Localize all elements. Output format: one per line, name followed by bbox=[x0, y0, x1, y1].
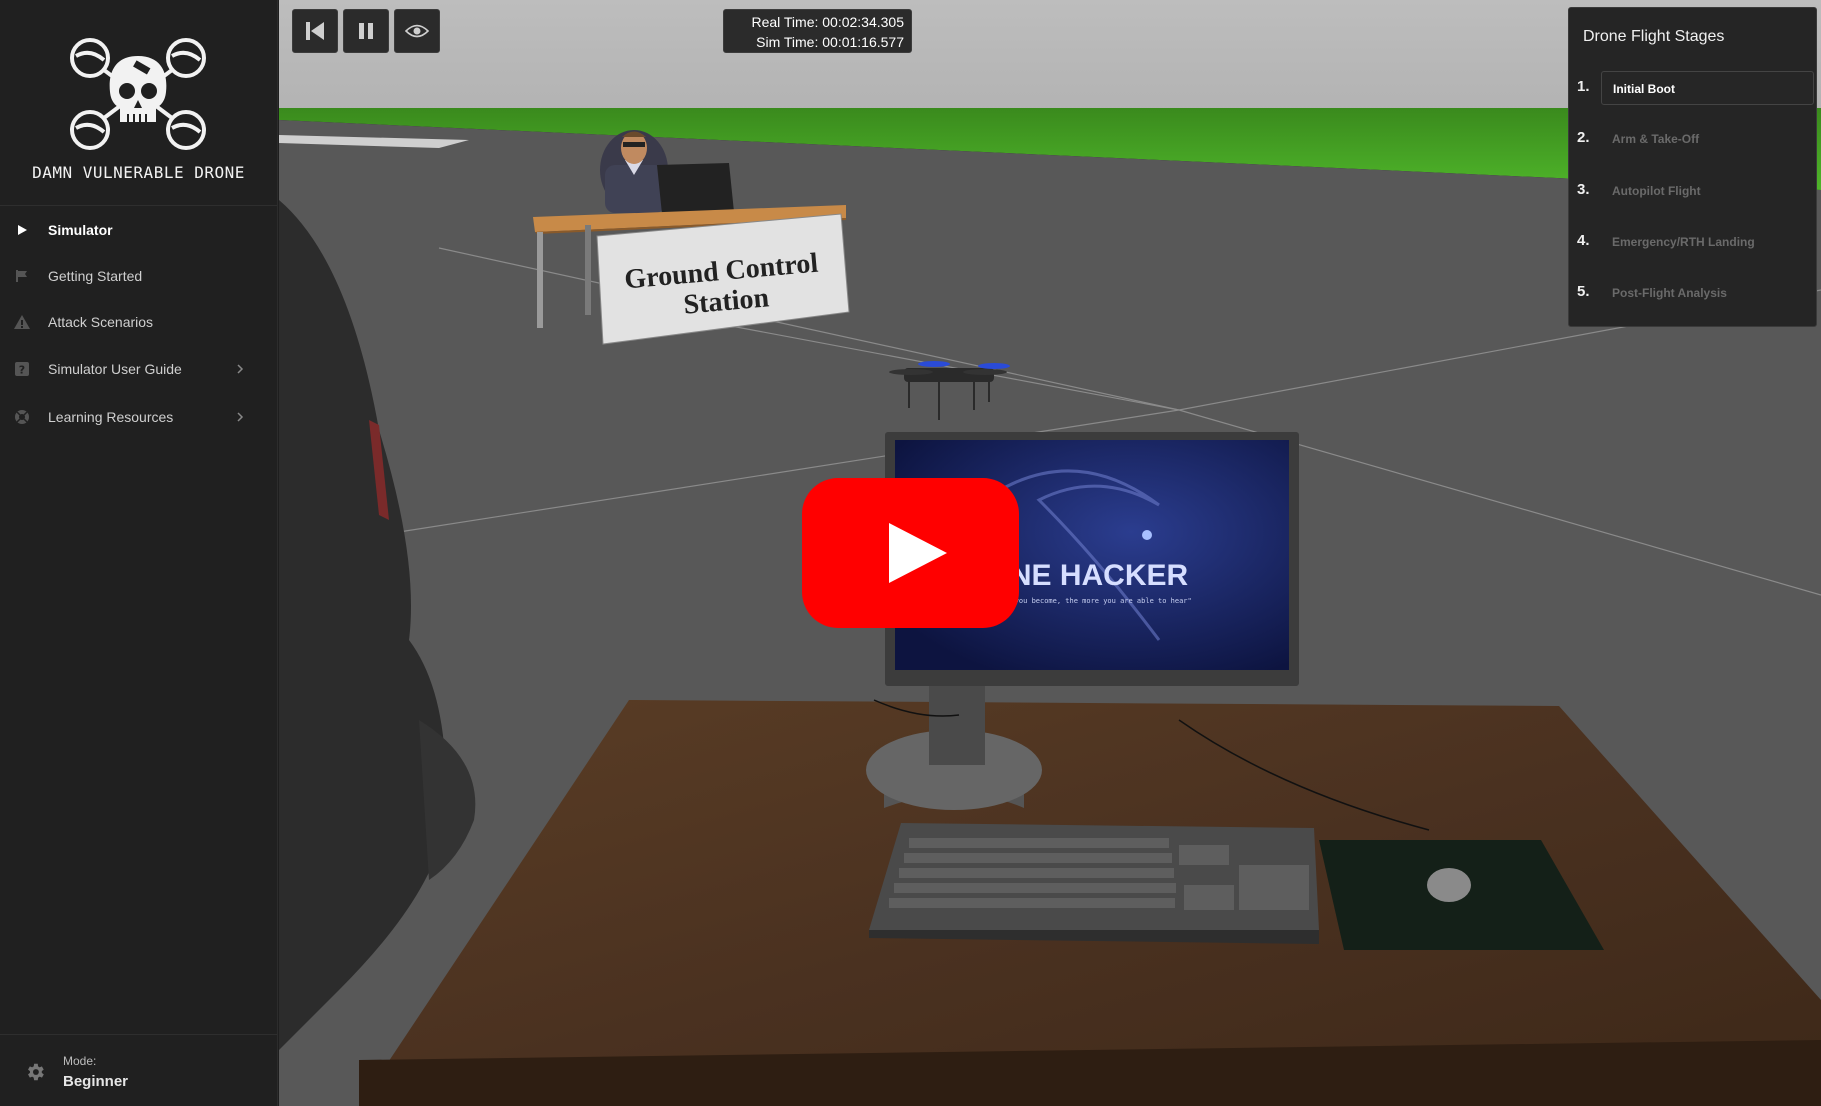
chevron-right-icon bbox=[237, 412, 244, 422]
warning-icon bbox=[13, 313, 31, 331]
stage-number: 4. bbox=[1577, 232, 1590, 249]
stage-post-flight-analysis[interactable]: Post-Flight Analysis bbox=[1601, 276, 1814, 310]
sim-time: Sim Time: 00:01:16.577 bbox=[756, 34, 904, 50]
real-time: Real Time: 00:02:34.305 bbox=[751, 14, 904, 30]
stage-number: 2. bbox=[1577, 129, 1590, 146]
sidebar-item-simulator-user-guide[interactable]: ? Simulator User Guide bbox=[0, 349, 277, 389]
sidebar-item-learning-resources[interactable]: Learning Resources bbox=[0, 397, 277, 437]
sidebar-item-label: Attack Scenarios bbox=[48, 314, 154, 330]
sidebar-item-label: Simulator bbox=[48, 222, 113, 238]
stage-number: 1. bbox=[1577, 78, 1590, 95]
gear-icon bbox=[28, 1063, 44, 1081]
sidebar-item-label: Learning Resources bbox=[48, 409, 174, 425]
view-toggle-button[interactable] bbox=[394, 9, 440, 53]
sidebar-item-attack-scenarios[interactable]: Attack Scenarios bbox=[0, 302, 277, 342]
lifebuoy-icon bbox=[13, 408, 31, 426]
time-display: Real Time: 00:02:34.305 Sim Time: 00:01:… bbox=[723, 9, 912, 53]
pause-icon bbox=[359, 23, 373, 39]
sidebar-item-label: Getting Started bbox=[48, 268, 143, 284]
stage-initial-boot[interactable]: Initial Boot bbox=[1601, 71, 1814, 105]
sidebar-item-simulator[interactable]: Simulator bbox=[0, 210, 277, 250]
mode-label: Mode: bbox=[63, 1054, 97, 1068]
play-icon bbox=[13, 221, 31, 239]
eye-icon bbox=[405, 24, 429, 38]
stage-autopilot-flight[interactable]: Autopilot Flight bbox=[1601, 174, 1814, 208]
sidebar: DAMN VULNERABLE DRONE Simulator Getting … bbox=[0, 0, 278, 1106]
stage-number: 5. bbox=[1577, 283, 1590, 300]
brand-title: DAMN VULNERABLE DRONE bbox=[32, 163, 245, 182]
flag-icon bbox=[13, 267, 31, 285]
mode-switcher[interactable]: Mode: Beginner bbox=[0, 1034, 277, 1106]
pause-button[interactable] bbox=[343, 9, 389, 53]
monitor-subtext: " you become, the more you are able to h… bbox=[1006, 597, 1191, 605]
skip-back-icon bbox=[306, 22, 324, 40]
stages-title: Drone Flight Stages bbox=[1583, 28, 1725, 45]
help-icon: ? bbox=[13, 360, 31, 378]
mode-value: Beginner bbox=[63, 1073, 129, 1090]
sidebar-item-getting-started[interactable]: Getting Started bbox=[0, 256, 277, 296]
youtube-play-button[interactable] bbox=[802, 478, 1019, 628]
brand-header: DAMN VULNERABLE DRONE bbox=[0, 0, 277, 206]
sidebar-item-label: Simulator User Guide bbox=[48, 361, 182, 377]
svg-text:?: ? bbox=[19, 364, 25, 377]
stage-emergency-rth-landing[interactable]: Emergency/RTH Landing bbox=[1601, 225, 1814, 259]
stage-arm-takeoff[interactable]: Arm & Take-Off bbox=[1601, 122, 1814, 156]
reset-button[interactable] bbox=[292, 9, 338, 53]
keyboard-model bbox=[869, 823, 1319, 944]
monitor-text: NE HACKER bbox=[1010, 559, 1189, 592]
chevron-right-icon bbox=[237, 364, 244, 374]
flight-stages-panel: Drone Flight Stages 1. Initial Boot 2. A… bbox=[1568, 7, 1817, 327]
skull-drone-logo bbox=[70, 38, 206, 150]
stage-number: 3. bbox=[1577, 181, 1590, 198]
